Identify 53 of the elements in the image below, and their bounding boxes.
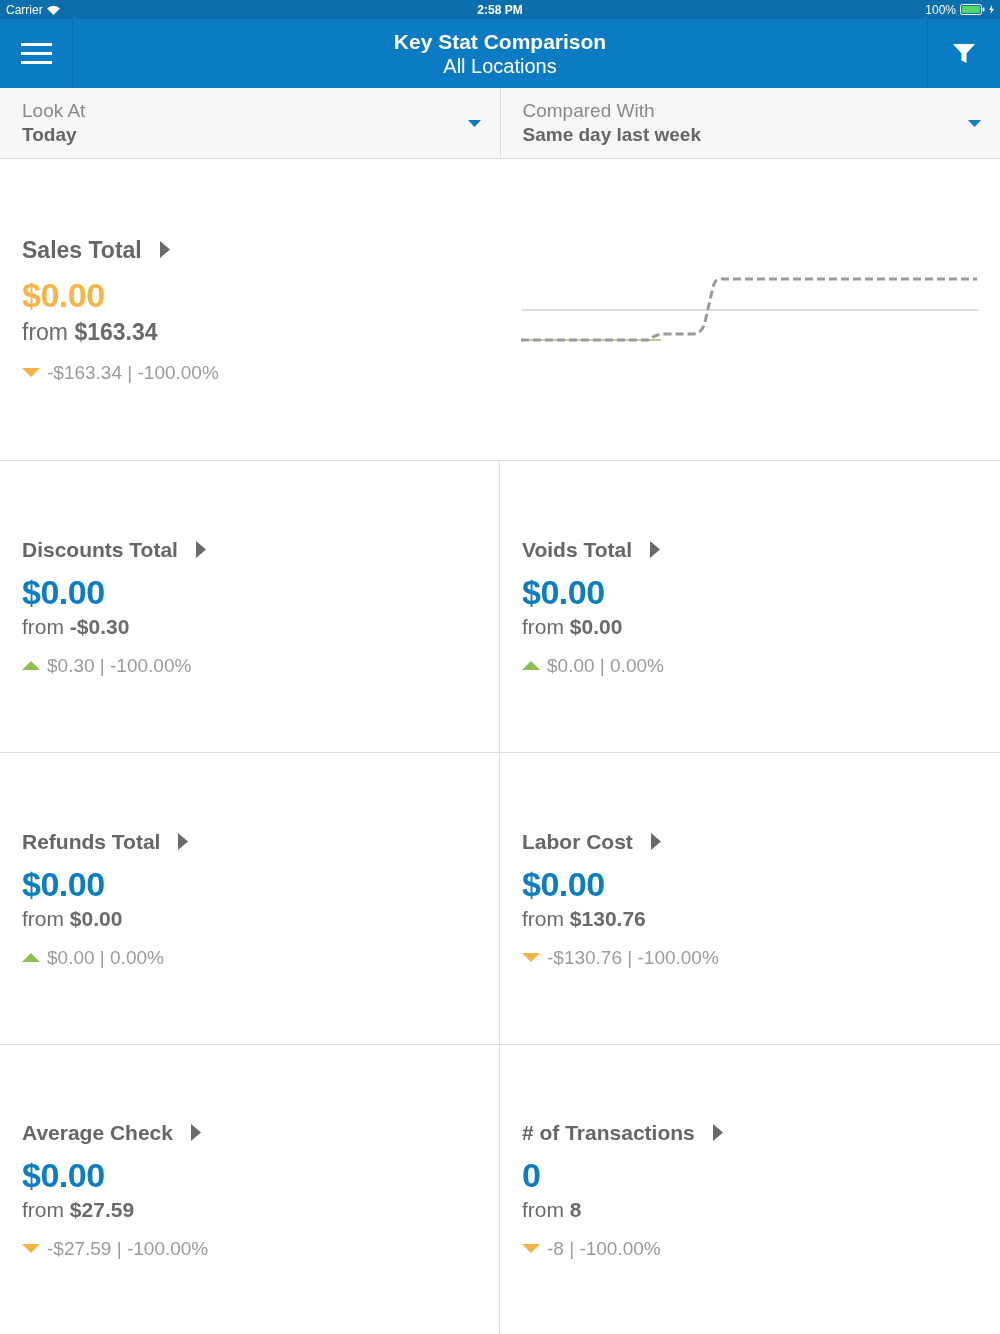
comparison-text: from $0.00 [522, 613, 623, 639]
dropdown-label: Look At [22, 99, 86, 123]
change-text: -$27.59 | -100.00% [47, 1236, 209, 1260]
stat-value: $0.00 [522, 863, 605, 904]
battery-icon [960, 4, 985, 15]
stat-value: 0 [522, 1154, 541, 1195]
stat-title-link[interactable]: Labor Cost [522, 828, 661, 854]
stat-title-link[interactable]: Discounts Total [22, 536, 206, 562]
change-text: $0.30 | -100.00% [47, 653, 192, 677]
clock-time: 2:58 PM [477, 1, 523, 19]
filter-icon[interactable] [953, 43, 975, 64]
caret-icon [650, 540, 661, 558]
caret-icon [712, 1123, 723, 1141]
change-text: $0.00 | 0.00% [547, 653, 664, 677]
dropdown-label: Compared With [522, 99, 655, 123]
battery-percent: 100% [925, 1, 956, 19]
dropdown-value: Same day last week [522, 123, 701, 147]
dropdown-selector[interactable]: Look At Today [0, 88, 501, 159]
stat-value: $0.00 [522, 571, 605, 612]
stat-title-link[interactable]: Average Check [22, 1119, 201, 1145]
caret-icon [650, 832, 661, 850]
comparison-text: from 8 [522, 1196, 582, 1222]
stat-value: $0.00 [22, 863, 105, 904]
menu-icon[interactable] [20, 43, 52, 64]
dropdown-value: Today [22, 123, 77, 147]
stat-value: $0.00 [22, 1154, 105, 1195]
header-title: Key Stat Comparison [393, 29, 607, 54]
charging-icon [989, 5, 994, 14]
carrier-name: Carrier [6, 1, 43, 19]
wifi-icon [46, 4, 60, 15]
caret-icon [178, 832, 189, 850]
caret-icon [190, 1123, 201, 1141]
caret-icon [195, 540, 206, 558]
stat-value: $0.00 [22, 571, 105, 612]
comparison-text: from $163.34 [22, 317, 158, 346]
comparison-text: from $0.00 [22, 905, 123, 931]
change-text: -$163.34 | -100.00% [47, 360, 219, 384]
comparison-text: from $130.76 [522, 905, 646, 931]
stat-title-link[interactable]: Voids Total [522, 536, 661, 562]
stat-title-link[interactable]: Refunds Total [22, 828, 189, 854]
dropdown-selector[interactable]: Compared With Same day last week [500, 88, 1000, 159]
change-text: $0.00 | 0.00% [47, 945, 164, 969]
stat-title-link[interactable]: Sales Total [22, 235, 170, 264]
dropdown-caret-icon [467, 119, 481, 127]
stat-title-link[interactable]: # of Transactions [522, 1119, 723, 1145]
change-text: -$130.76 | -100.00% [547, 945, 719, 969]
change-text: -8 | -100.00% [547, 1236, 661, 1260]
comparison-text: from $27.59 [22, 1196, 135, 1222]
caret-icon [159, 241, 170, 258]
header-subtitle: All Locations [443, 54, 557, 78]
dropdown-caret-icon [968, 119, 981, 127]
comparison-text: from -$0.30 [22, 613, 130, 639]
stat-value: $0.00 [22, 274, 105, 315]
